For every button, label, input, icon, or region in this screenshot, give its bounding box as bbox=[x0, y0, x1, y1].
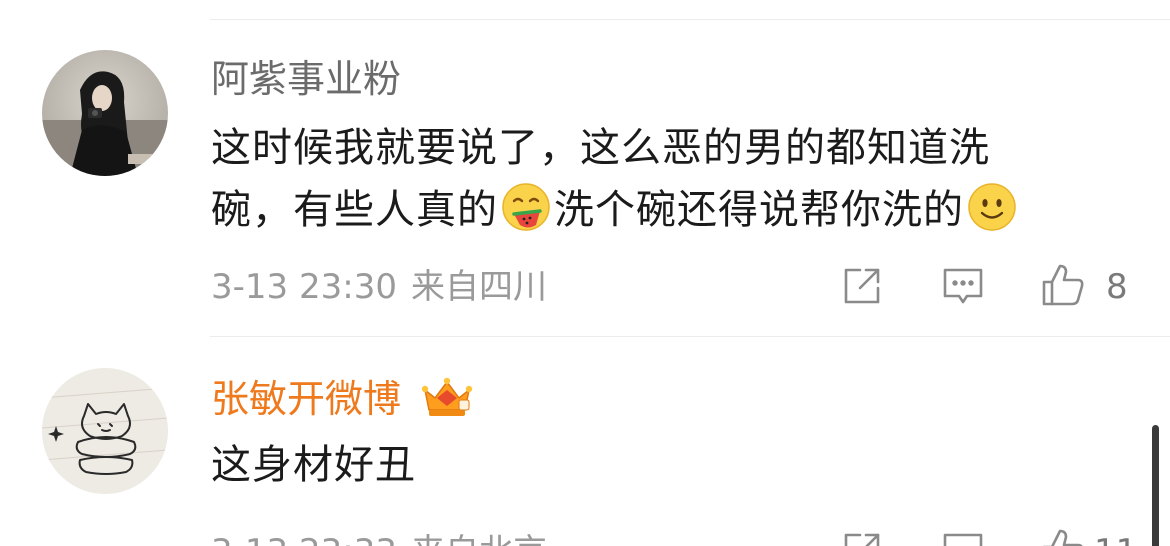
location: 来自四川 bbox=[410, 267, 547, 307]
comment-feed: 阿紫事业粉 这时候我就要说了，这么恶的男的都知道洗 碗，有些人真的 洗个碗还得说… bbox=[0, 0, 1170, 546]
thumbs-up-icon[interactable] bbox=[1040, 262, 1084, 306]
username[interactable]: 张敏开微博 bbox=[211, 374, 475, 421]
comment-text: 这身材好丑 bbox=[211, 442, 416, 488]
comment-text-line: 这时候我就要说了，这么恶的男的都知道洗 bbox=[211, 125, 990, 171]
divider bbox=[210, 336, 1170, 337]
username[interactable]: 阿紫事业粉 bbox=[211, 57, 401, 101]
avatar[interactable] bbox=[42, 368, 168, 494]
comment-meta: 3-13 23:30 来自四川 bbox=[211, 267, 547, 307]
comment-text-segment: 洗个碗还得说帮你洗的 bbox=[554, 187, 964, 233]
like-count: 8 bbox=[1106, 267, 1128, 307]
scrollbar[interactable] bbox=[1152, 425, 1159, 546]
crown-badge-icon bbox=[419, 374, 475, 420]
avatar[interactable] bbox=[42, 50, 168, 176]
timestamp: 3-13 23:33 bbox=[211, 532, 397, 546]
comment-icon[interactable] bbox=[941, 264, 985, 308]
comment-text-line: 碗，有些人真的 洗个碗还得说帮你洗的 bbox=[211, 179, 1131, 241]
comment-icon[interactable] bbox=[941, 529, 985, 546]
divider bbox=[210, 19, 1170, 20]
comment-text: 这时候我就要说了，这么恶的男的都知道洗 碗，有些人真的 洗个碗还得说帮你洗的 bbox=[211, 117, 1131, 241]
thumbs-up-icon[interactable] bbox=[1040, 527, 1084, 546]
comment-text-segment: 碗，有些人真的 bbox=[211, 187, 498, 233]
drooling-watermelon-emoji-icon bbox=[500, 181, 552, 233]
location: 来自北京 bbox=[411, 532, 547, 546]
like-count: 11 bbox=[1094, 532, 1137, 546]
timestamp: 3-13 23:30 bbox=[211, 267, 397, 307]
smile-emoji-icon bbox=[966, 181, 1018, 233]
username-text: 张敏开微博 bbox=[211, 377, 402, 421]
comment-meta: 3-13 23:33 来自北京 bbox=[211, 532, 547, 546]
share-icon[interactable] bbox=[840, 529, 884, 546]
share-icon[interactable] bbox=[840, 264, 884, 308]
